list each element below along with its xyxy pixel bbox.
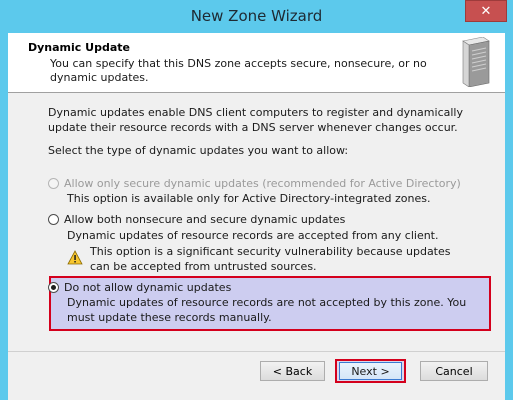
radio-do-not-allow[interactable] — [48, 282, 59, 293]
selection-prompt: Select the type of dynamic updates you w… — [48, 144, 349, 157]
footer-divider — [8, 351, 505, 352]
option-secure-only-note: This option is available only for Active… — [67, 192, 431, 205]
option-nonsecure-and-secure-label: Allow both nonsecure and secure dynamic … — [64, 213, 346, 226]
close-icon: ✕ — [480, 3, 492, 19]
wizard-header: Dynamic Update You can specify that this… — [8, 33, 505, 93]
radio-nonsecure-and-secure[interactable] — [48, 214, 59, 225]
warning-icon — [67, 250, 83, 265]
radio-secure-only[interactable] — [48, 178, 59, 189]
cancel-button[interactable]: Cancel — [420, 361, 488, 381]
close-button[interactable]: ✕ — [465, 0, 507, 22]
option-do-not-allow-note: Dynamic updates of resource records are … — [67, 296, 467, 324]
page-description: You can specify that this DNS zone accep… — [50, 57, 427, 84]
wizard-client-area: Dynamic Update You can specify that this… — [8, 33, 505, 400]
server-icon — [462, 37, 490, 87]
window-title: New Zone Wizard — [190, 7, 323, 25]
option-secure-only-label: Allow only secure dynamic updates (recom… — [64, 177, 461, 190]
option-nonsecure-and-secure[interactable]: Allow both nonsecure and secure dynamic … — [48, 213, 345, 226]
wizard-window: New Zone Wizard ✕ Dynamic Update You can… — [0, 0, 513, 400]
intro-text: Dynamic updates enable DNS client comput… — [48, 106, 463, 134]
back-button[interactable]: < Back — [260, 361, 325, 381]
security-warning-text: This option is a significant security vu… — [90, 245, 451, 273]
page-title: Dynamic Update — [28, 41, 130, 54]
option-secure-only[interactable]: Allow only secure dynamic updates (recom… — [48, 177, 461, 190]
option-nonsecure-and-secure-note: Dynamic updates of resource records are … — [67, 229, 439, 242]
title-bar[interactable]: New Zone Wizard ✕ — [0, 0, 513, 33]
next-button-highlight: Next > — [335, 359, 406, 383]
next-button[interactable]: Next > — [339, 362, 402, 380]
option-do-not-allow[interactable]: Do not allow dynamic updates — [48, 281, 231, 294]
option-do-not-allow-label: Do not allow dynamic updates — [64, 281, 232, 294]
